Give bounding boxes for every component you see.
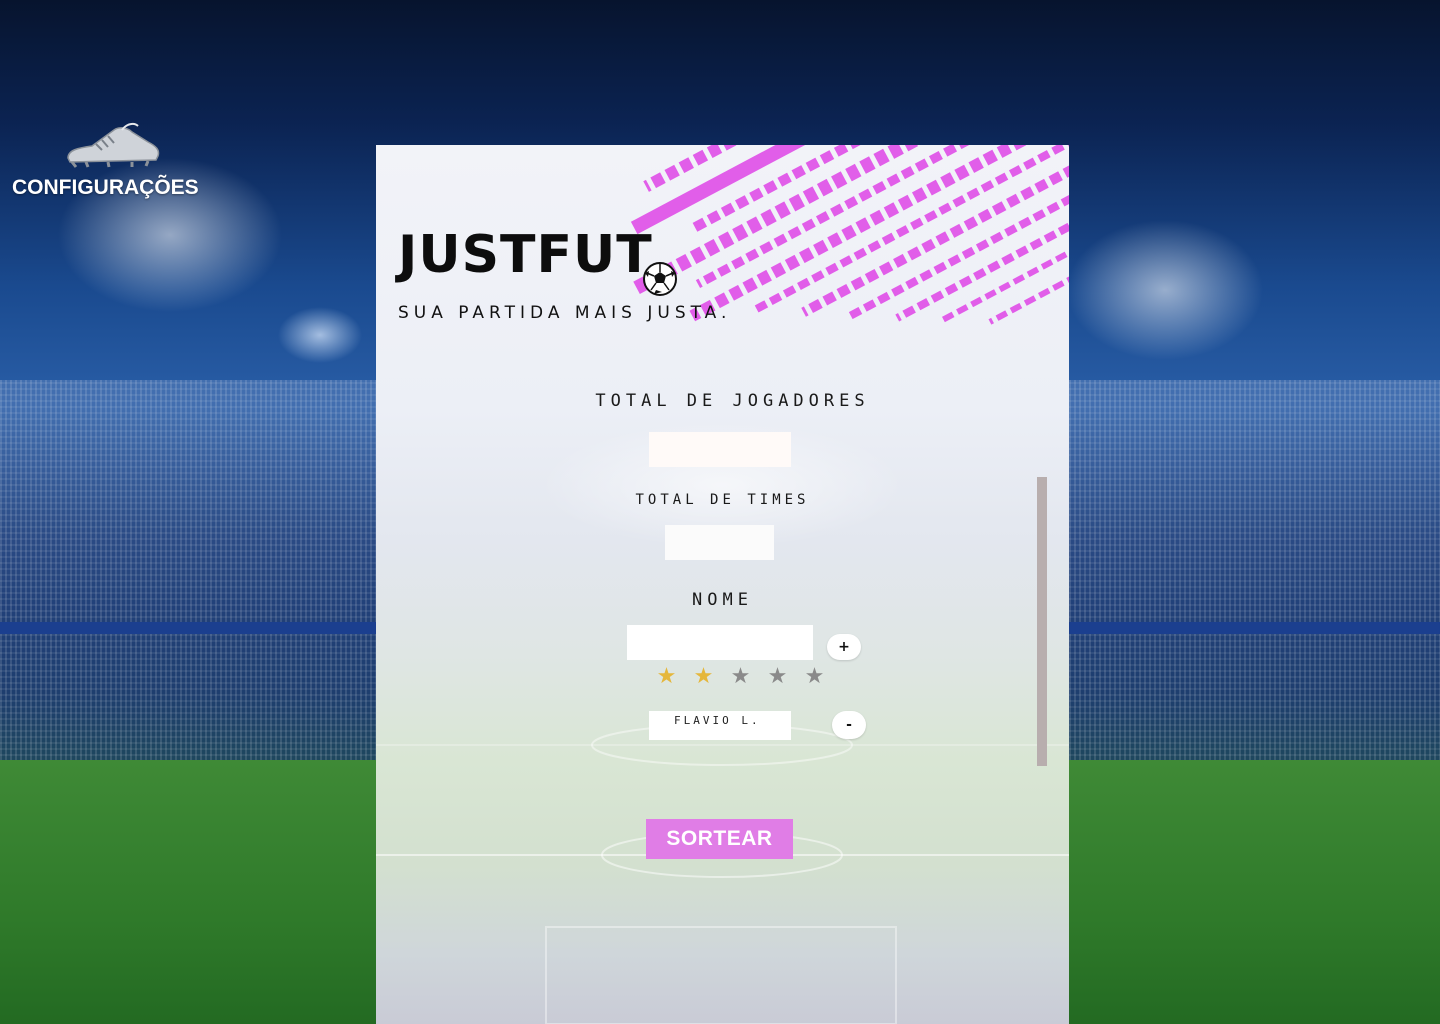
star-rating[interactable]: ★ ★ ★ ★ ★ bbox=[648, 664, 833, 689]
star-1-icon[interactable]: ★ bbox=[648, 664, 685, 689]
remove-player-button[interactable]: - bbox=[832, 711, 866, 739]
add-player-button[interactable]: + bbox=[827, 634, 861, 660]
main-panel: JUSTFUT SUA PARTIDA MAIS JUSTA. TOTAL DE… bbox=[376, 145, 1069, 1024]
player-name: FLAVIO L. bbox=[674, 714, 761, 727]
pitch-right bbox=[1069, 760, 1440, 1024]
scrollbar[interactable] bbox=[1037, 477, 1047, 766]
total-players-input[interactable] bbox=[649, 432, 791, 467]
total-teams-input[interactable] bbox=[665, 525, 774, 560]
star-3-icon[interactable]: ★ bbox=[722, 664, 759, 689]
config-menu[interactable]: CONFIGURAÇÕES bbox=[12, 120, 212, 200]
sortear-button[interactable]: SORTEAR bbox=[646, 819, 793, 859]
pitch-left bbox=[0, 760, 376, 1024]
name-input[interactable] bbox=[627, 625, 813, 660]
soccer-boot-icon bbox=[67, 122, 160, 168]
star-2-icon[interactable]: ★ bbox=[685, 664, 722, 689]
tagline: SUA PARTIDA MAIS JUSTA. bbox=[398, 303, 732, 323]
total-players-label: TOTAL DE JOGADORES bbox=[595, 391, 870, 411]
star-5-icon[interactable]: ★ bbox=[796, 664, 833, 689]
name-label: NOME bbox=[692, 590, 753, 610]
ad-board-right bbox=[1069, 622, 1440, 634]
player-list-item: FLAVIO L. bbox=[649, 711, 791, 740]
config-label[interactable]: CONFIGURAÇÕES bbox=[12, 176, 212, 200]
pitch-lines bbox=[376, 724, 1069, 1024]
app-title: JUSTFUT bbox=[398, 225, 653, 285]
star-4-icon[interactable]: ★ bbox=[759, 664, 796, 689]
total-teams-label: TOTAL DE TIMES bbox=[635, 492, 810, 508]
soccer-ball-icon bbox=[643, 262, 677, 296]
ad-board-left bbox=[0, 622, 376, 634]
